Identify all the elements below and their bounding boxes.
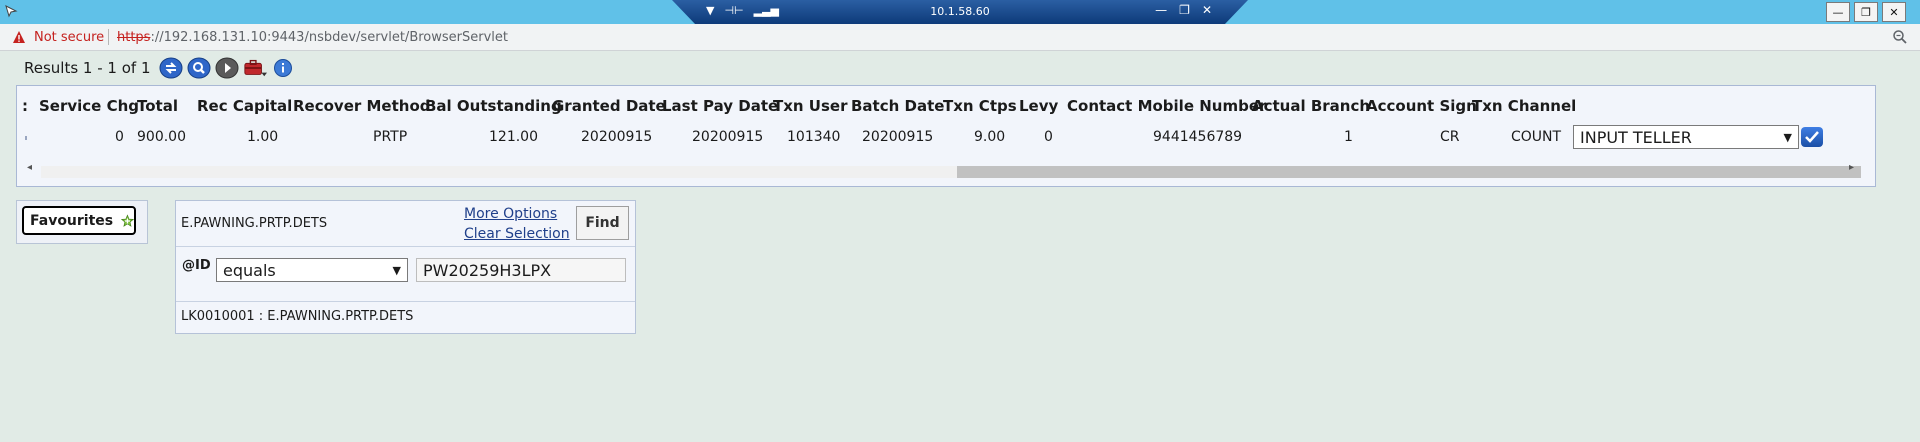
favourites-label: Favourites: [30, 212, 114, 229]
window-minimize-button[interactable]: —: [1826, 2, 1850, 22]
col-total[interactable]: Total: [137, 97, 178, 115]
url-text[interactable]: https://192.168.131.10:9443/nsbdev/servl…: [117, 30, 508, 45]
address-separator: [108, 29, 109, 45]
cell-bal-outstanding: 121.00: [489, 129, 538, 145]
cell-service-chg: 0: [115, 129, 124, 145]
field-label: @ID: [182, 258, 211, 273]
row-action-select[interactable]: INPUT TELLER ▼: [1573, 125, 1799, 149]
close-icon[interactable]: ✕: [1202, 3, 1212, 17]
cell-rec-capital: 1.00: [247, 129, 279, 145]
app-icon: [5, 5, 18, 18]
scrollbar-thumb[interactable]: [957, 166, 1861, 178]
cell-levy: 0: [1044, 129, 1053, 145]
url-scheme: https: [117, 30, 151, 45]
column-resize-marker: :: [22, 97, 28, 115]
connection-bar: ▼ ⊣⊢ ▂▃▅ 10.1.58.60 — ❐ ✕: [672, 0, 1248, 24]
enquiry-footer: LK0010001 : E.PAWNING.PRTP.DETS: [181, 309, 414, 324]
selection-panel: E.PAWNING.PRTP.DETS More Options Clear S…: [175, 200, 636, 334]
confirm-button[interactable]: [1801, 127, 1823, 147]
col-granted-date[interactable]: Granted Date: [552, 97, 666, 115]
find-button[interactable]: Find: [576, 206, 629, 240]
results-count: Results 1 - 1 of 1: [24, 59, 151, 77]
row-action-value: INPUT TELLER: [1580, 127, 1692, 147]
scroll-right-icon[interactable]: ▸: [1849, 162, 1854, 173]
favourites-panel: Favourites: [16, 200, 148, 244]
add-favourite-icon: [121, 213, 134, 227]
chevron-down-icon: ▼: [1783, 130, 1792, 144]
cell-last-pay-date: 20200915: [692, 129, 764, 145]
cell-total: 900.00: [137, 129, 186, 145]
col-account-sign[interactable]: Account Sign: [1366, 97, 1477, 115]
operator-value: equals: [223, 260, 276, 280]
toolbox-icon[interactable]: [243, 57, 267, 79]
col-batch-date[interactable]: Batch Date: [851, 97, 944, 115]
results-grid: : Service Chg Total Rec Capital Recover …: [16, 85, 1876, 187]
url-path: ://192.168.131.10:9443/nsbdev/servlet/Br…: [150, 30, 508, 45]
cell-batch-date: 20200915: [862, 129, 934, 145]
col-actual-branch[interactable]: Actual Branch: [1252, 97, 1370, 115]
col-txn-ctps[interactable]: Txn Ctps: [943, 97, 1017, 115]
results-toolbar: Results 1 - 1 of 1: [24, 57, 295, 79]
panel-divider: [176, 301, 635, 302]
cell-granted-date: 20200915: [581, 129, 653, 145]
panel-divider: [176, 246, 635, 247]
chevron-down-icon: ▼: [392, 263, 401, 277]
favourites-button[interactable]: Favourites: [22, 206, 136, 235]
info-icon[interactable]: [271, 57, 295, 79]
col-contact-mobile-number[interactable]: Contact Mobile Number: [1067, 97, 1266, 115]
address-bar[interactable]: Not secure https://192.168.131.10:9443/n…: [0, 24, 1920, 51]
minimize-icon[interactable]: —: [1155, 3, 1167, 17]
next-icon[interactable]: [215, 57, 239, 79]
col-levy[interactable]: Levy: [1019, 97, 1058, 115]
remote-desktop-strip: ▼ ⊣⊢ ▂▃▅ 10.1.58.60 — ❐ ✕ — ❐ ✕: [0, 0, 1920, 24]
row-marker: [25, 136, 27, 140]
check-icon: [1805, 131, 1819, 143]
enquiry-name: E.PAWNING.PRTP.DETS: [181, 216, 328, 231]
zoom-icon[interactable]: [1892, 29, 1908, 45]
operator-select[interactable]: equals ▼: [216, 258, 408, 282]
cell-account-sign: CR: [1440, 129, 1460, 145]
id-input[interactable]: PW20259H3LPX: [416, 258, 626, 282]
col-last-pay-date[interactable]: Last Pay Date: [662, 97, 778, 115]
col-bal-outstanding[interactable]: Bal Outstanding: [425, 97, 562, 115]
refresh-icon[interactable]: [159, 57, 183, 79]
cell-txn-ctps: 9.00: [974, 129, 1006, 145]
scroll-left-icon[interactable]: ◂: [27, 162, 32, 173]
col-rec-capital[interactable]: Rec Capital: [197, 97, 292, 115]
cell-recover-method: PRTP: [373, 129, 408, 145]
cell-contact-mobile-number: 9441456789: [1153, 129, 1243, 145]
search-icon[interactable]: [187, 57, 211, 79]
restore-icon[interactable]: ❐: [1179, 3, 1190, 17]
security-label[interactable]: Not secure: [34, 30, 104, 45]
col-txn-user[interactable]: Txn User: [773, 97, 848, 115]
more-options-link[interactable]: More Options: [464, 206, 557, 222]
id-input-value: PW20259H3LPX: [423, 260, 552, 280]
warning-icon[interactable]: [12, 30, 26, 44]
clear-selection-link[interactable]: Clear Selection: [464, 226, 570, 242]
col-recover-method[interactable]: Recover Method: [293, 97, 430, 115]
col-txn-channel[interactable]: Txn Channel: [1472, 97, 1576, 115]
cell-txn-user: 101340: [787, 129, 841, 145]
col-service-chg[interactable]: Service Chg: [39, 97, 139, 115]
cell-actual-branch: 1: [1344, 129, 1353, 145]
window-restore-button[interactable]: ❐: [1854, 2, 1878, 22]
window-close-button[interactable]: ✕: [1882, 2, 1906, 22]
cell-txn-channel: COUNT: [1511, 129, 1562, 145]
